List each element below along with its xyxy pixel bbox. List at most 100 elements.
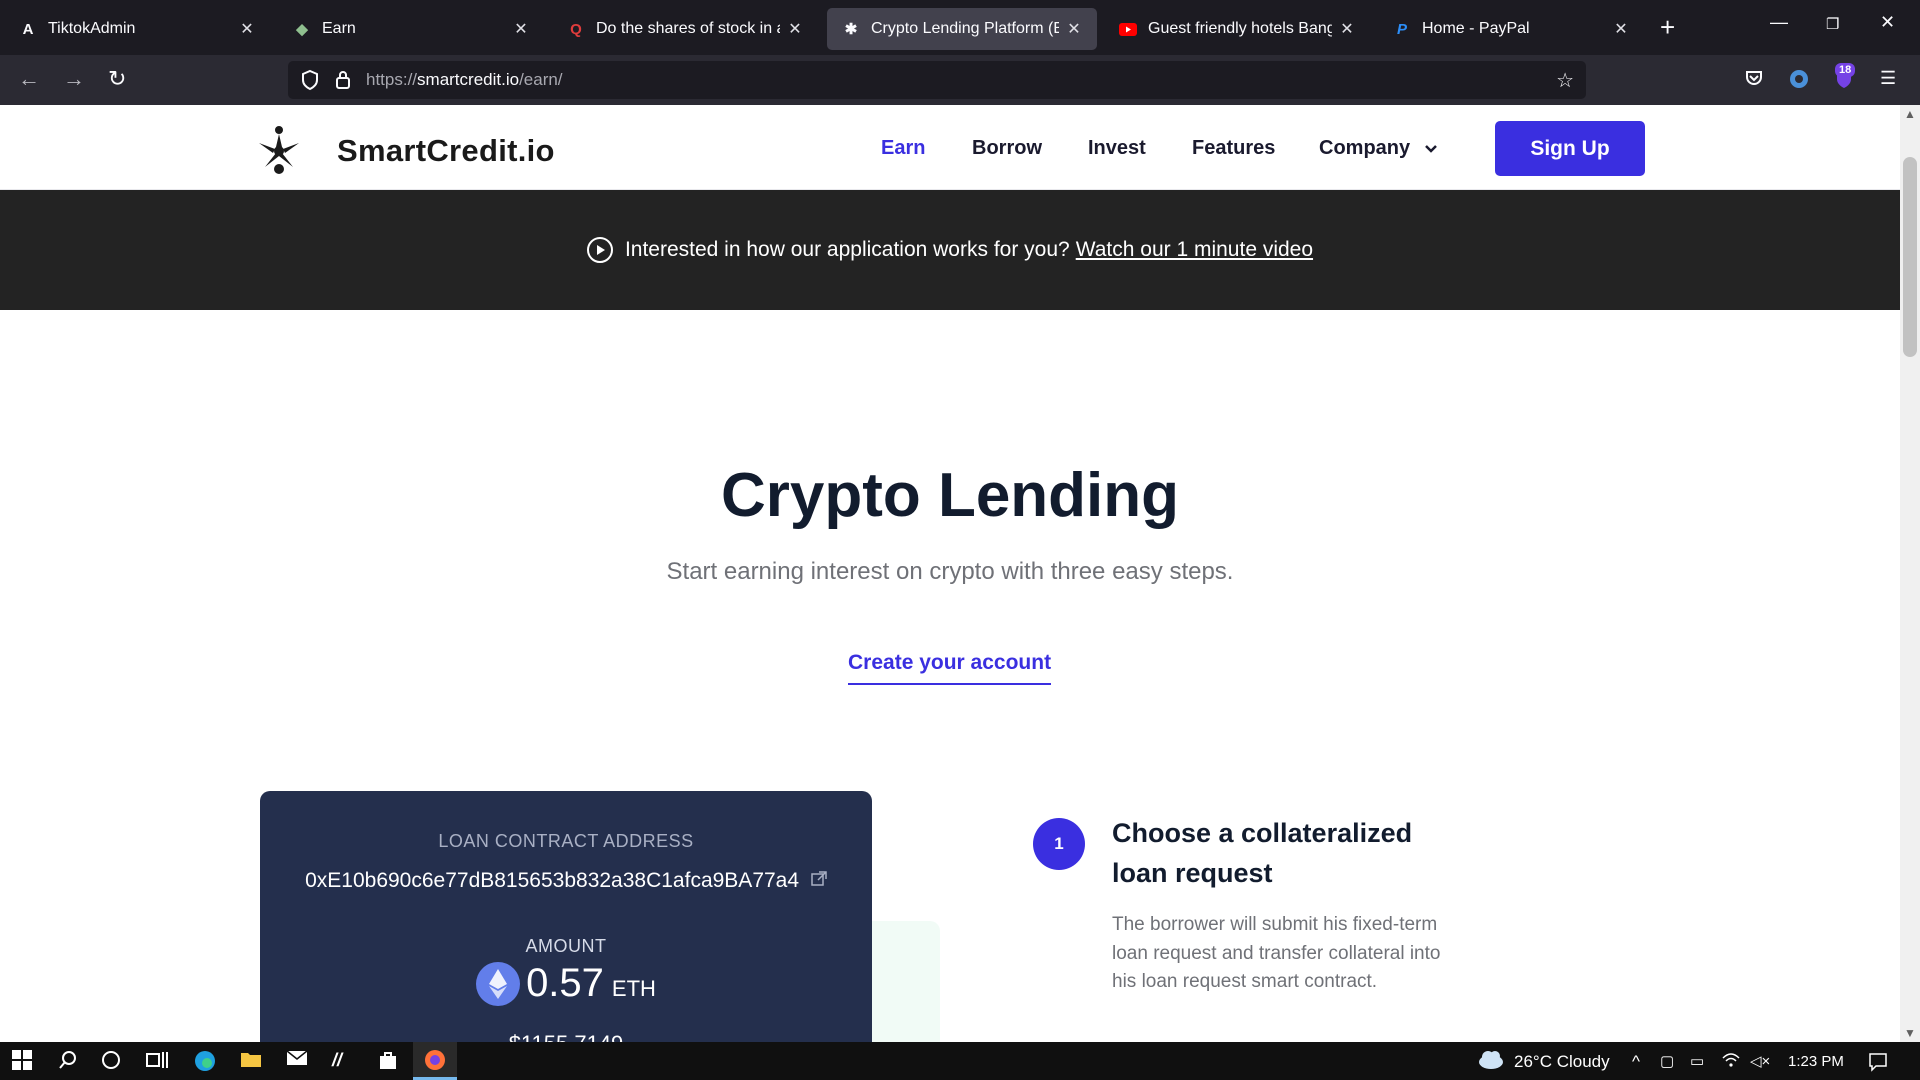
tab-earn[interactable]: ◆ Earn ✕ [278, 8, 544, 50]
battery-icon[interactable]: ▭ [1690, 1052, 1704, 1070]
url-path: /earn/ [519, 70, 563, 89]
external-link-icon[interactable] [811, 869, 827, 893]
scroll-up-icon[interactable]: ▲ [1904, 107, 1916, 121]
ethereum-icon [476, 961, 521, 1006]
window-close-icon[interactable]: ✕ [1880, 12, 1895, 33]
app-logo-icon[interactable]: // [332, 1050, 342, 1071]
scroll-down-icon[interactable]: ▼ [1904, 1026, 1916, 1040]
edge-icon[interactable] [194, 1050, 216, 1072]
step-number-badge: 1 [1033, 818, 1085, 870]
page-title: Crypto Lending [720, 461, 1180, 530]
cortana-icon[interactable] [101, 1050, 121, 1070]
tab-quora[interactable]: Q Do the shares of stock in a con ✕ [552, 8, 818, 50]
notification-icon[interactable] [1868, 1052, 1888, 1077]
volume-muted-icon[interactable]: ◁× [1750, 1052, 1770, 1070]
tab-title: Guest friendly hotels Bangkok [1148, 20, 1332, 37]
earn-favicon: ◆ [296, 21, 308, 38]
close-icon[interactable]: ✕ [1338, 19, 1356, 39]
site-header: SmartCredit.io Earn Borrow Invest Featur… [0, 105, 1900, 190]
tab-title: Earn [322, 20, 356, 37]
amount-display: 0.57 ETH [260, 961, 872, 1006]
amount-label: AMOUNT [525, 936, 607, 956]
loan-contract-card: LOAN CONTRACT ADDRESS 0xE10b690c6e77dB81… [260, 791, 872, 1042]
nav-company-label: Company [1319, 137, 1411, 159]
page-scrollbar[interactable]: ▲ ▼ [1900, 105, 1920, 1042]
tab-tiktokadmin[interactable]: A TiktokAdmin ✕ [4, 8, 270, 50]
step-title: Choose a collateralized loan request [1112, 818, 1413, 888]
wifi-icon[interactable] [1722, 1052, 1740, 1073]
scrollbar-thumb[interactable] [1903, 157, 1917, 357]
extension-globe-icon[interactable] [1788, 68, 1810, 95]
tab-title: Do the shares of stock in a con [596, 20, 780, 37]
amount-usd: $1155.7149 [260, 1031, 872, 1042]
new-tab-plus-icon[interactable]: + [1660, 14, 1675, 40]
tab-title: TiktokAdmin [48, 20, 136, 37]
firefox-taskbar-icon[interactable] [413, 1042, 457, 1080]
smartcredit-favicon: ✱ [844, 21, 858, 38]
minimize-icon[interactable]: — [1770, 12, 1788, 33]
banner-text: Interested in how our application works … [624, 238, 1070, 261]
youtube-favicon [1118, 19, 1138, 39]
contract-address-text[interactable]: 0xE10b690c6e77dB815653b832a38C1afca9BA77… [305, 869, 799, 892]
loan-contract-address: 0xE10b690c6e77dB815653b832a38C1afca9BA77… [260, 869, 872, 893]
quora-favicon: Q [570, 20, 582, 38]
sign-up-button[interactable]: Sign Up [1495, 121, 1645, 176]
hamburger-menu-icon[interactable]: ☰ [1880, 68, 1896, 89]
close-icon[interactable]: ✕ [512, 19, 530, 39]
weather-text[interactable]: 26°C Cloudy [1514, 1052, 1610, 1072]
windows-taskbar: // 26°C Cloudy ^ ▢ ▭ ◁× 1:23 PM [0, 1042, 1920, 1080]
nav-earn[interactable]: Earn [881, 137, 925, 160]
amount-value: 0.57 [526, 961, 604, 1005]
url-prefix: https:// [366, 70, 418, 89]
smartcredit-logo-icon[interactable] [255, 125, 303, 180]
mail-icon[interactable] [286, 1050, 308, 1066]
lock-icon[interactable] [335, 69, 351, 96]
pocket-icon[interactable] [1744, 68, 1764, 93]
browser-tab-bar: A TiktokAdmin ✕ ◆ Earn ✕ Q Do the shares… [0, 0, 1920, 55]
nav-features[interactable]: Features [1192, 137, 1275, 160]
tab-paypal[interactable]: P Home - PayPal ✕ [1378, 8, 1644, 50]
meet-now-icon[interactable]: ▢ [1660, 1052, 1674, 1070]
tab-crypto-lending[interactable]: ✱ Crypto Lending Platform (Earn ✕ [827, 8, 1097, 50]
tab-youtube[interactable]: Guest friendly hotels Bangkok ✕ [1104, 8, 1370, 50]
tab-title: Home - PayPal [1422, 20, 1530, 37]
shield-icon[interactable] [300, 69, 320, 96]
forward-arrow-icon[interactable]: → [63, 67, 85, 91]
create-account-link[interactable]: Create your account [848, 651, 1052, 685]
close-icon[interactable]: ✕ [786, 19, 804, 39]
close-icon[interactable]: ✕ [238, 19, 256, 39]
clock-time[interactable]: 1:23 PM [1788, 1053, 1844, 1070]
amount-unit: ETH [611, 975, 656, 1001]
nav-company[interactable]: Company [1319, 137, 1438, 160]
chevron-down-icon [1424, 137, 1438, 160]
url-host: smartcredit.io [417, 70, 520, 89]
address-bar[interactable]: https://smartcredit.io/earn/ ☆ [288, 61, 1586, 99]
browser-toolbar: ← → ↻ https://smartcredit.io/earn/ ☆ 18 … [0, 55, 1920, 105]
video-banner: Interested in how our application works … [0, 190, 1900, 310]
paypal-favicon: P [1396, 20, 1407, 38]
search-icon[interactable] [58, 1050, 78, 1070]
tab-title: Crypto Lending Platform (Earn [871, 20, 1059, 37]
nav-invest[interactable]: Invest [1088, 137, 1146, 160]
loan-contract-label: LOAN CONTRACT ADDRESS [438, 831, 694, 851]
web-page: SmartCredit.io Earn Borrow Invest Featur… [0, 105, 1900, 1042]
play-icon[interactable] [586, 237, 613, 263]
url-text: https://smartcredit.io/earn/ [366, 70, 563, 90]
step-description: The borrower will submit his fixed-term … [1112, 914, 1441, 992]
close-icon[interactable]: ✕ [1612, 19, 1630, 39]
page-subtitle: Start earning interest on crypto with th… [666, 558, 1234, 585]
bookmark-star-icon[interactable]: ☆ [1556, 68, 1574, 93]
reload-icon[interactable]: ↻ [108, 67, 126, 91]
chevron-up-icon[interactable]: ^ [1632, 1052, 1640, 1072]
file-explorer-icon[interactable] [240, 1050, 262, 1068]
store-icon[interactable] [378, 1050, 398, 1070]
nav-borrow[interactable]: Borrow [972, 137, 1042, 160]
close-icon[interactable]: ✕ [1065, 19, 1083, 39]
weather-cloud-icon[interactable] [1477, 1048, 1505, 1075]
back-arrow-icon[interactable]: ← [18, 67, 40, 91]
watch-video-link[interactable]: Watch our 1 minute video [1076, 238, 1313, 262]
windows-start-icon[interactable] [12, 1050, 32, 1070]
brand-name[interactable]: SmartCredit.io [337, 133, 555, 169]
restore-icon[interactable]: ❐ [1826, 15, 1839, 33]
task-view-icon[interactable] [146, 1050, 168, 1070]
